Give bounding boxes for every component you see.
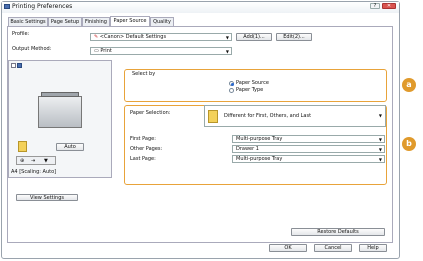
chevron-down-icon: ▼ (378, 157, 382, 162)
cancel-button[interactable]: Cancel (314, 244, 352, 252)
paper-source-radio[interactable] (229, 81, 234, 86)
last-page-value: Multi-purpose Tray (236, 156, 283, 162)
callout-a-badge: a (402, 78, 416, 92)
edit-profile-button[interactable]: Edit(2)... (276, 33, 312, 41)
callout-b-badge: b (402, 137, 416, 151)
other-pages-select[interactable]: Drawer 1 ▼ (232, 145, 385, 153)
last-page-select[interactable]: Multi-purpose Tray ▼ (232, 155, 385, 163)
ok-button[interactable]: OK (269, 244, 307, 252)
tab-page-setup[interactable]: Page Setup (48, 17, 82, 26)
device-view-icon[interactable] (17, 63, 22, 68)
view-settings-button[interactable]: View Settings (16, 194, 78, 201)
printer-icon: ▭ (94, 48, 99, 54)
help-button[interactable]: Help (359, 244, 387, 252)
paper-source-option[interactable]: Paper Source (236, 80, 269, 86)
paper-feed-icon[interactable]: ⇥ (31, 158, 35, 164)
output-method-value: Print (100, 48, 112, 54)
select-by-legend: Select by (132, 71, 156, 77)
other-pages-label: Other Pages: (130, 146, 163, 152)
chevron-down-icon: ▼ (225, 35, 229, 40)
paper-selection-select[interactable]: Different for First, Others, and Last ▼ (204, 105, 386, 127)
other-pages-value: Drawer 1 (236, 146, 259, 152)
printer-image (38, 96, 82, 128)
close-window-button[interactable]: ✕ (382, 3, 396, 9)
profile-label: Profile: (12, 31, 30, 37)
last-page-label: Last Page: (130, 156, 156, 162)
tab-quality[interactable]: Quality (150, 17, 174, 26)
preview-caption: A4 [Scaling: Auto] (11, 169, 57, 175)
auto-button[interactable]: Auto (56, 143, 84, 151)
zoom-icon[interactable]: ⊕ (20, 158, 24, 164)
first-page-select[interactable]: Multi-purpose Tray ▼ (232, 135, 385, 143)
printer-app-icon (4, 4, 10, 9)
help-title-button[interactable]: ? (370, 3, 380, 9)
paper-type-radio[interactable] (229, 88, 234, 93)
chevron-down-icon: ▼ (225, 49, 229, 54)
tab-basic-settings[interactable]: Basic Settings (8, 17, 48, 26)
tab-paper-source[interactable]: Paper Source (110, 16, 150, 26)
first-page-value: Multi-purpose Tray (236, 136, 283, 142)
profile-select[interactable]: ✎ <Canon> Default Settings ▼ (90, 33, 232, 41)
view-toggle-icon[interactable] (11, 63, 16, 68)
paper-selection-icon (208, 110, 218, 123)
first-page-label: First Page: (130, 136, 156, 142)
printer-top-image (41, 92, 79, 97)
paper-type-option[interactable]: Paper Type (236, 87, 263, 93)
chevron-down-icon[interactable]: ▼ (44, 158, 48, 164)
output-method-label: Output Method: (12, 46, 52, 52)
chevron-down-icon: ▼ (378, 147, 382, 152)
paper-stack-icon (18, 141, 27, 152)
preview-tools-group: ⊕ ⇥ ▼ (16, 156, 56, 165)
add-profile-button[interactable]: Add(1)... (236, 33, 272, 41)
pencil-icon: ✎ (94, 34, 99, 40)
paper-selection-label: Paper Selection: (130, 110, 171, 116)
chevron-down-icon: ▼ (378, 137, 382, 142)
tab-finishing[interactable]: Finishing (82, 17, 110, 26)
chevron-down-icon: ▼ (378, 113, 382, 118)
profile-value: <Canon> Default Settings (99, 34, 167, 40)
paper-selection-value: Different for First, Others, and Last (224, 113, 312, 119)
output-method-select[interactable]: ▭ Print ▼ (90, 47, 232, 55)
window-title: Printing Preferences (12, 3, 73, 10)
restore-defaults-button[interactable]: Restore Defaults (291, 228, 385, 236)
